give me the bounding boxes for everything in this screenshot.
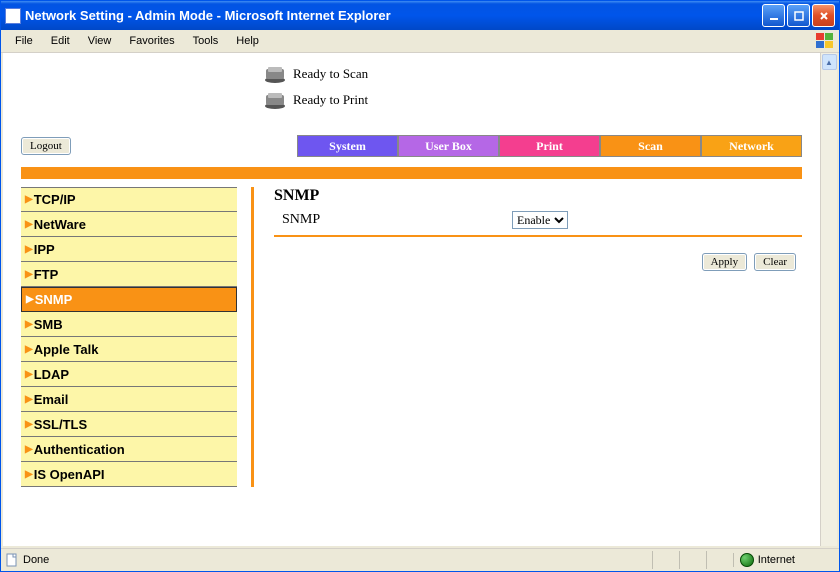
sidebar-item-ftp[interactable]: ▶FTP	[21, 262, 237, 287]
sidebar-label: Email	[34, 392, 69, 407]
vertical-scrollbar[interactable]: ▲	[820, 53, 837, 546]
page: Ready to Scan Ready to Print Logout Syst…	[3, 53, 820, 546]
sidebar-item-authentication[interactable]: ▶Authentication	[21, 437, 237, 462]
menu-view[interactable]: View	[80, 33, 120, 49]
device-status: Ready to Scan Ready to Print	[3, 53, 820, 121]
nav-tabs: System User Box Print Scan Network	[297, 135, 802, 157]
tab-print[interactable]: Print	[499, 135, 600, 157]
snmp-row: SNMP Enable	[274, 211, 802, 235]
close-icon	[819, 11, 829, 21]
menu-edit[interactable]: Edit	[43, 33, 78, 49]
ie-app-icon	[5, 8, 21, 24]
page-viewport: Ready to Scan Ready to Print Logout Syst…	[3, 53, 820, 546]
sidebar-item-appletalk[interactable]: ▶Apple Talk	[21, 337, 237, 362]
minimize-button[interactable]	[762, 4, 785, 27]
sidebar-label: IPP	[34, 242, 55, 257]
minimize-icon	[769, 11, 779, 21]
sidebar-label: FTP	[34, 267, 59, 282]
menu-help[interactable]: Help	[228, 33, 267, 49]
triangle-icon: ▶	[25, 444, 33, 455]
sidebar-item-ipp[interactable]: ▶IPP	[21, 237, 237, 262]
sidebar-item-smb[interactable]: ▶SMB	[21, 312, 237, 337]
sidebar-label: TCP/IP	[34, 192, 76, 207]
security-zone: Internet	[733, 553, 835, 567]
zone-text: Internet	[758, 554, 795, 566]
triangle-icon: ▶	[25, 319, 33, 330]
titlebar: Network Setting - Admin Mode - Microsoft…	[1, 1, 839, 30]
triangle-icon: ▶	[25, 269, 33, 280]
triangle-icon: ▶	[25, 469, 33, 480]
triangle-icon: ▶	[25, 344, 33, 355]
snmp-label: SNMP	[274, 212, 512, 228]
main-panel: SNMP SNMP Enable Apply Clear	[254, 187, 802, 487]
action-row: Apply Clear	[274, 253, 802, 271]
menubar: File Edit View Favorites Tools Help	[1, 30, 839, 53]
tab-scan[interactable]: Scan	[600, 135, 701, 157]
sidebar-label: SSL/TLS	[34, 417, 87, 432]
sidebar-label: Apple Talk	[34, 342, 99, 357]
window-title: Network Setting - Admin Mode - Microsoft…	[25, 8, 762, 23]
sidebar: ▶TCP/IP ▶NetWare ▶IPP ▶FTP ▶SNMP ▶SMB ▶A…	[21, 187, 254, 487]
menu-tools[interactable]: Tools	[185, 33, 227, 49]
sidebar-item-ldap[interactable]: ▶LDAP	[21, 362, 237, 387]
section-divider	[21, 167, 802, 179]
clear-button[interactable]: Clear	[754, 253, 796, 271]
form-divider	[274, 235, 802, 237]
sidebar-label: SMB	[34, 317, 63, 332]
status-text: Done	[23, 554, 49, 566]
sidebar-item-netware[interactable]: ▶NetWare	[21, 212, 237, 237]
sidebar-item-isopenapi[interactable]: ▶IS OpenAPI	[21, 462, 237, 487]
sidebar-label: Authentication	[34, 442, 125, 457]
maximize-button[interactable]	[787, 4, 810, 27]
printer-icon	[263, 90, 287, 110]
triangle-icon: ▶	[25, 244, 33, 255]
sidebar-item-ssltls[interactable]: ▶SSL/TLS	[21, 412, 237, 437]
apply-button[interactable]: Apply	[702, 253, 748, 271]
triangle-icon: ▶	[26, 294, 34, 305]
status-scan: Ready to Scan	[263, 61, 820, 87]
tab-system[interactable]: System	[297, 135, 398, 157]
scanner-icon	[263, 64, 287, 84]
status-print: Ready to Print	[263, 87, 820, 113]
globe-icon	[740, 553, 754, 567]
triangle-icon: ▶	[25, 369, 33, 380]
menu-favorites[interactable]: Favorites	[121, 33, 182, 49]
tab-row: Logout System User Box Print Scan Networ…	[3, 121, 820, 157]
content-wrapper: Ready to Scan Ready to Print Logout Syst…	[1, 53, 839, 548]
status-pane	[652, 551, 679, 569]
close-button[interactable]	[812, 4, 835, 27]
sidebar-label: LDAP	[34, 367, 69, 382]
statusbar: Done Internet	[1, 548, 839, 571]
page-icon	[5, 553, 19, 567]
sidebar-label: NetWare	[34, 217, 86, 232]
status-print-text: Ready to Print	[293, 92, 368, 108]
ie-window: Network Setting - Admin Mode - Microsoft…	[0, 0, 840, 572]
sidebar-label: IS OpenAPI	[34, 467, 105, 482]
panel-heading: SNMP	[274, 187, 802, 205]
body-row: ▶TCP/IP ▶NetWare ▶IPP ▶FTP ▶SNMP ▶SMB ▶A…	[3, 179, 820, 487]
logout-button[interactable]: Logout	[21, 137, 71, 155]
tab-network[interactable]: Network	[701, 135, 802, 157]
triangle-icon: ▶	[25, 394, 33, 405]
sidebar-item-snmp[interactable]: ▶SNMP	[21, 287, 237, 312]
scroll-up-icon[interactable]: ▲	[822, 54, 837, 70]
sidebar-item-tcpip[interactable]: ▶TCP/IP	[21, 187, 237, 212]
sidebar-item-email[interactable]: ▶Email	[21, 387, 237, 412]
menu-file[interactable]: File	[7, 33, 41, 49]
maximize-icon	[794, 11, 804, 21]
triangle-icon: ▶	[25, 419, 33, 430]
status-pane	[706, 551, 733, 569]
status-pane	[679, 551, 706, 569]
triangle-icon: ▶	[25, 194, 33, 205]
status-panes: Internet	[652, 551, 835, 569]
snmp-select[interactable]: Enable	[512, 211, 568, 229]
tab-userbox[interactable]: User Box	[398, 135, 499, 157]
sidebar-label: SNMP	[35, 292, 73, 307]
triangle-icon: ▶	[25, 219, 33, 230]
status-scan-text: Ready to Scan	[293, 66, 368, 82]
window-buttons	[762, 4, 839, 27]
windows-flag-icon	[813, 31, 837, 51]
